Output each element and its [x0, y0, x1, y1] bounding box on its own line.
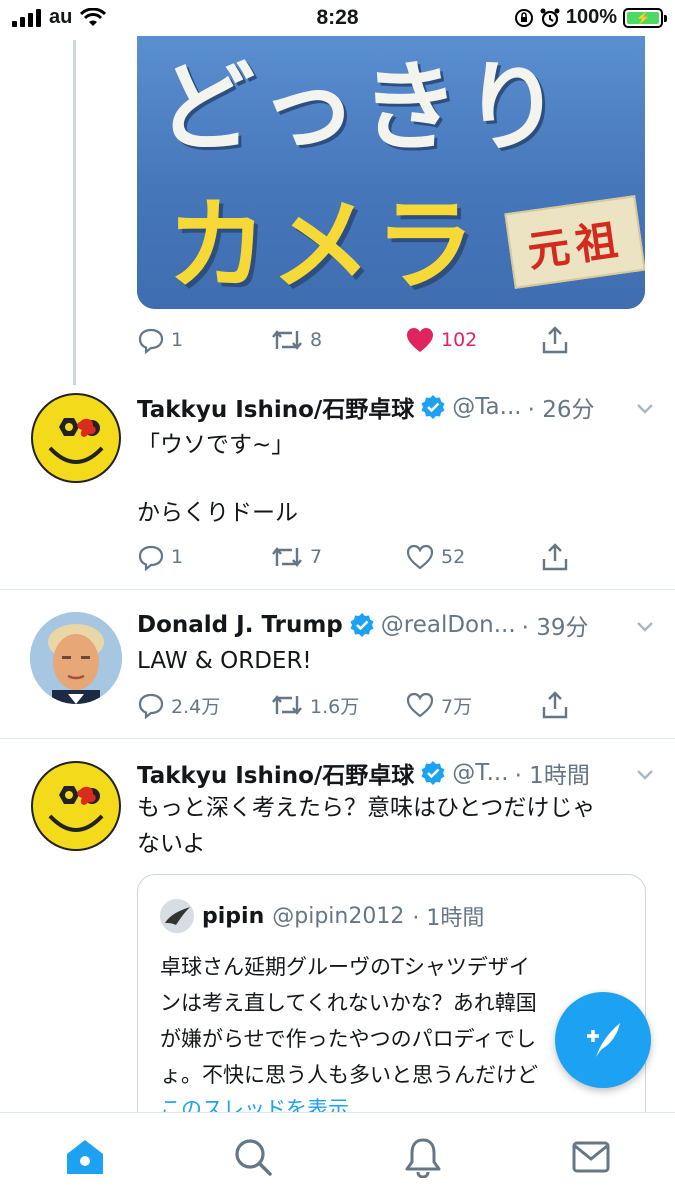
tweet-time: · 39分 [521, 615, 589, 641]
status-bar: au 8:28 100% ⚡ [0, 0, 675, 36]
tab-messages[interactable] [569, 1135, 613, 1179]
reply-count: 1 [171, 546, 184, 568]
like-count: 52 [441, 546, 466, 568]
tweet2-header: Donald J. Trump @realDon... · 39分 [137, 608, 657, 642]
retweet-button[interactable]: 1.6万 [270, 692, 359, 719]
reply-icon [138, 545, 164, 571]
media-text-main: カメラ [167, 187, 479, 304]
divider [0, 738, 675, 739]
alarm-icon [540, 8, 560, 27]
like-button[interactable]: 102 [405, 326, 477, 354]
tweet3-text-line2: ないよ [137, 831, 206, 857]
reply-button[interactable]: 2.4万 [137, 691, 220, 719]
tab-home[interactable] [63, 1135, 107, 1179]
quoted-tweet-header: pipin @pipin2012 · 1時間 [160, 899, 484, 933]
smiley-avatar-icon [31, 393, 121, 483]
tweet1-header: Takkyu Ishino/石野卓球 @Ta... · 26分 [137, 390, 657, 424]
share-button[interactable] [540, 690, 570, 720]
retweet-button[interactable]: 8 [270, 327, 322, 353]
battery-icon: ⚡ [623, 7, 667, 28]
media-badge-text: 元祖 [524, 214, 627, 276]
author-handle[interactable]: @T... [452, 760, 508, 786]
tweet3-header: Takkyu Ishino/石野卓球 @T... · 1時間 [137, 756, 657, 790]
reply-icon [138, 328, 164, 354]
battery-percent: 100% [565, 6, 617, 28]
reply-button[interactable]: 1 [137, 326, 183, 354]
avatar-pipin [160, 899, 194, 933]
share-icon [542, 326, 568, 354]
mail-icon [572, 1141, 610, 1173]
tweet-time: · 26分 [527, 397, 595, 423]
tweet1-text-line2: からくりドール [137, 500, 298, 526]
portrait-avatar-icon [30, 612, 122, 704]
compose-button[interactable] [555, 992, 651, 1088]
share-icon [542, 691, 568, 719]
quoted-tweet-time: · 1時間 [412, 906, 485, 931]
tweet0-actions: 1 8 102 [137, 323, 577, 357]
author-handle[interactable]: @realDon... [381, 612, 516, 638]
retweet-button[interactable]: 7 [270, 544, 322, 570]
reply-button[interactable]: 1 [137, 543, 183, 571]
like-button[interactable]: 7万 [405, 691, 472, 719]
tweet3-text-line1: もっと深く考えたら？意味はひとつだけじゃ [137, 795, 596, 821]
retweet-icon [272, 695, 302, 715]
retweet-icon [272, 547, 302, 567]
divider [0, 589, 675, 590]
smiley-avatar-icon [31, 761, 121, 851]
home-icon [67, 1140, 103, 1174]
chevron-down-icon[interactable] [633, 614, 657, 644]
quoted-author-handle: @pipin2012 [272, 903, 405, 929]
heart-icon [406, 692, 434, 718]
heart-icon [406, 544, 434, 570]
reply-icon [138, 693, 164, 719]
like-button[interactable]: 52 [405, 543, 465, 571]
like-count: 7万 [441, 695, 473, 718]
reply-count: 2.4万 [171, 695, 221, 718]
reply-count: 1 [171, 329, 184, 351]
media-text-top: どっきり [157, 51, 566, 165]
orientation-lock-icon [514, 8, 533, 27]
bell-icon [405, 1138, 441, 1178]
quoted-text-line: 卓球さん延期グルーヴのTシャツデザイ [160, 955, 530, 979]
retweet-count: 1.6万 [310, 695, 360, 718]
like-count: 102 [441, 329, 478, 351]
verified-icon [349, 612, 375, 638]
tab-search[interactable] [231, 1135, 275, 1179]
verified-icon [420, 760, 446, 786]
chevron-down-icon[interactable] [633, 762, 657, 792]
avatar-takkyu[interactable] [30, 760, 122, 852]
share-button[interactable] [540, 542, 570, 572]
chevron-down-icon[interactable] [633, 396, 657, 426]
avatar-trump[interactable] [30, 612, 122, 704]
retweet-count: 8 [310, 329, 323, 351]
retweet-count: 7 [310, 546, 323, 568]
thread-line [73, 40, 76, 385]
tab-notifications[interactable] [401, 1135, 445, 1179]
compose-icon [587, 1023, 620, 1057]
bird-avatar-icon [160, 899, 194, 933]
author-handle[interactable]: @Ta... [452, 394, 521, 420]
heart-filled-icon [407, 328, 433, 352]
quoted-author-name: pipin [202, 903, 265, 929]
quoted-text-line: ンは考え直してくれないかな？あれ韓国 [160, 991, 537, 1015]
author-name[interactable]: Takkyu Ishino/石野卓球 [137, 390, 414, 424]
author-name[interactable]: Takkyu Ishino/石野卓球 [137, 756, 414, 790]
status-right: 100% ⚡ [514, 6, 667, 29]
tweet1-actions: 1 7 52 [137, 540, 577, 574]
bottom-tab-bar [0, 1112, 675, 1200]
avatar-takkyu[interactable] [30, 392, 122, 484]
share-icon [542, 543, 568, 571]
author-name[interactable]: Donald J. Trump [137, 612, 343, 638]
tweet2-text: LAW & ORDER! [137, 648, 312, 674]
verified-icon [420, 394, 446, 420]
quoted-text-line: ょ。不快に思う人も多いと思うんだけど [160, 1063, 538, 1087]
tweet-media-image[interactable]: どっきり カメラ 元祖 [137, 36, 645, 309]
tweet2-actions: 2.4万 1.6万 7万 [137, 688, 577, 722]
tweet1-text-line1: 「ウソです~」 [137, 432, 295, 458]
share-button[interactable] [540, 325, 570, 355]
search-icon [235, 1139, 272, 1176]
tweet-time: · 1時間 [514, 763, 590, 789]
retweet-icon [272, 330, 302, 350]
